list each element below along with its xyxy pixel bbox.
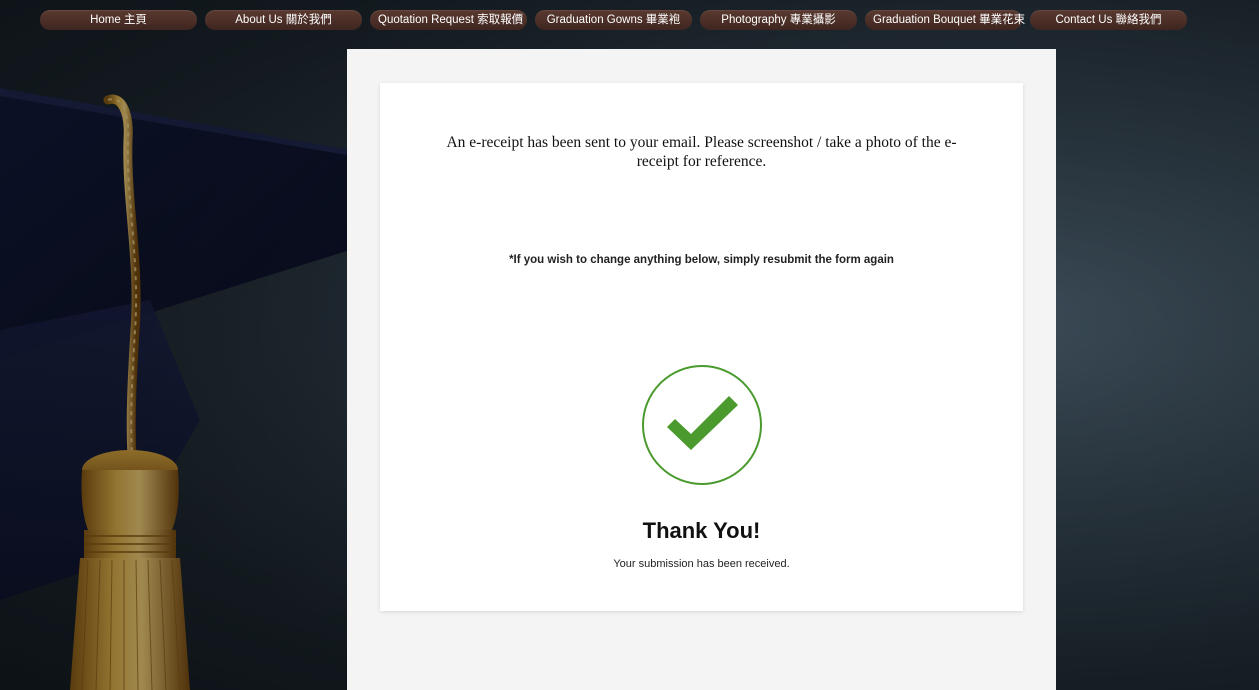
checkmark-circle-icon	[641, 364, 763, 486]
nav-item-quotation-request[interactable]: Quotation Request 索取報價	[370, 10, 527, 30]
content-panel: An e-receipt has been sent to your email…	[347, 49, 1056, 690]
nav-item-graduation-bouquet[interactable]: Graduation Bouquet 畢業花束	[865, 10, 1025, 30]
submission-received-text: Your submission has been received.	[613, 558, 790, 570]
page: Home 主頁 About Us 關於我們 Quotation Request …	[0, 0, 1259, 690]
thank-you-heading: Thank You!	[642, 518, 761, 543]
confirmation-card: An e-receipt has been sent to your email…	[380, 83, 1023, 611]
nav-item-photography[interactable]: Photography 專業攝影	[700, 10, 857, 30]
e-receipt-message: An e-receipt has been sent to your email…	[446, 134, 957, 170]
resubmit-note: *If you wish to change anything below, s…	[509, 254, 894, 266]
nav-item-graduation-gowns[interactable]: Graduation Gowns 畢業袍	[535, 10, 692, 30]
main-navigation: Home 主頁 About Us 關於我們 Quotation Request …	[40, 10, 1187, 30]
nav-item-about-us[interactable]: About Us 關於我們	[205, 10, 362, 30]
nav-item-home[interactable]: Home 主頁	[40, 10, 197, 30]
nav-item-contact-us[interactable]: Contact Us 聯絡我們	[1030, 10, 1187, 30]
